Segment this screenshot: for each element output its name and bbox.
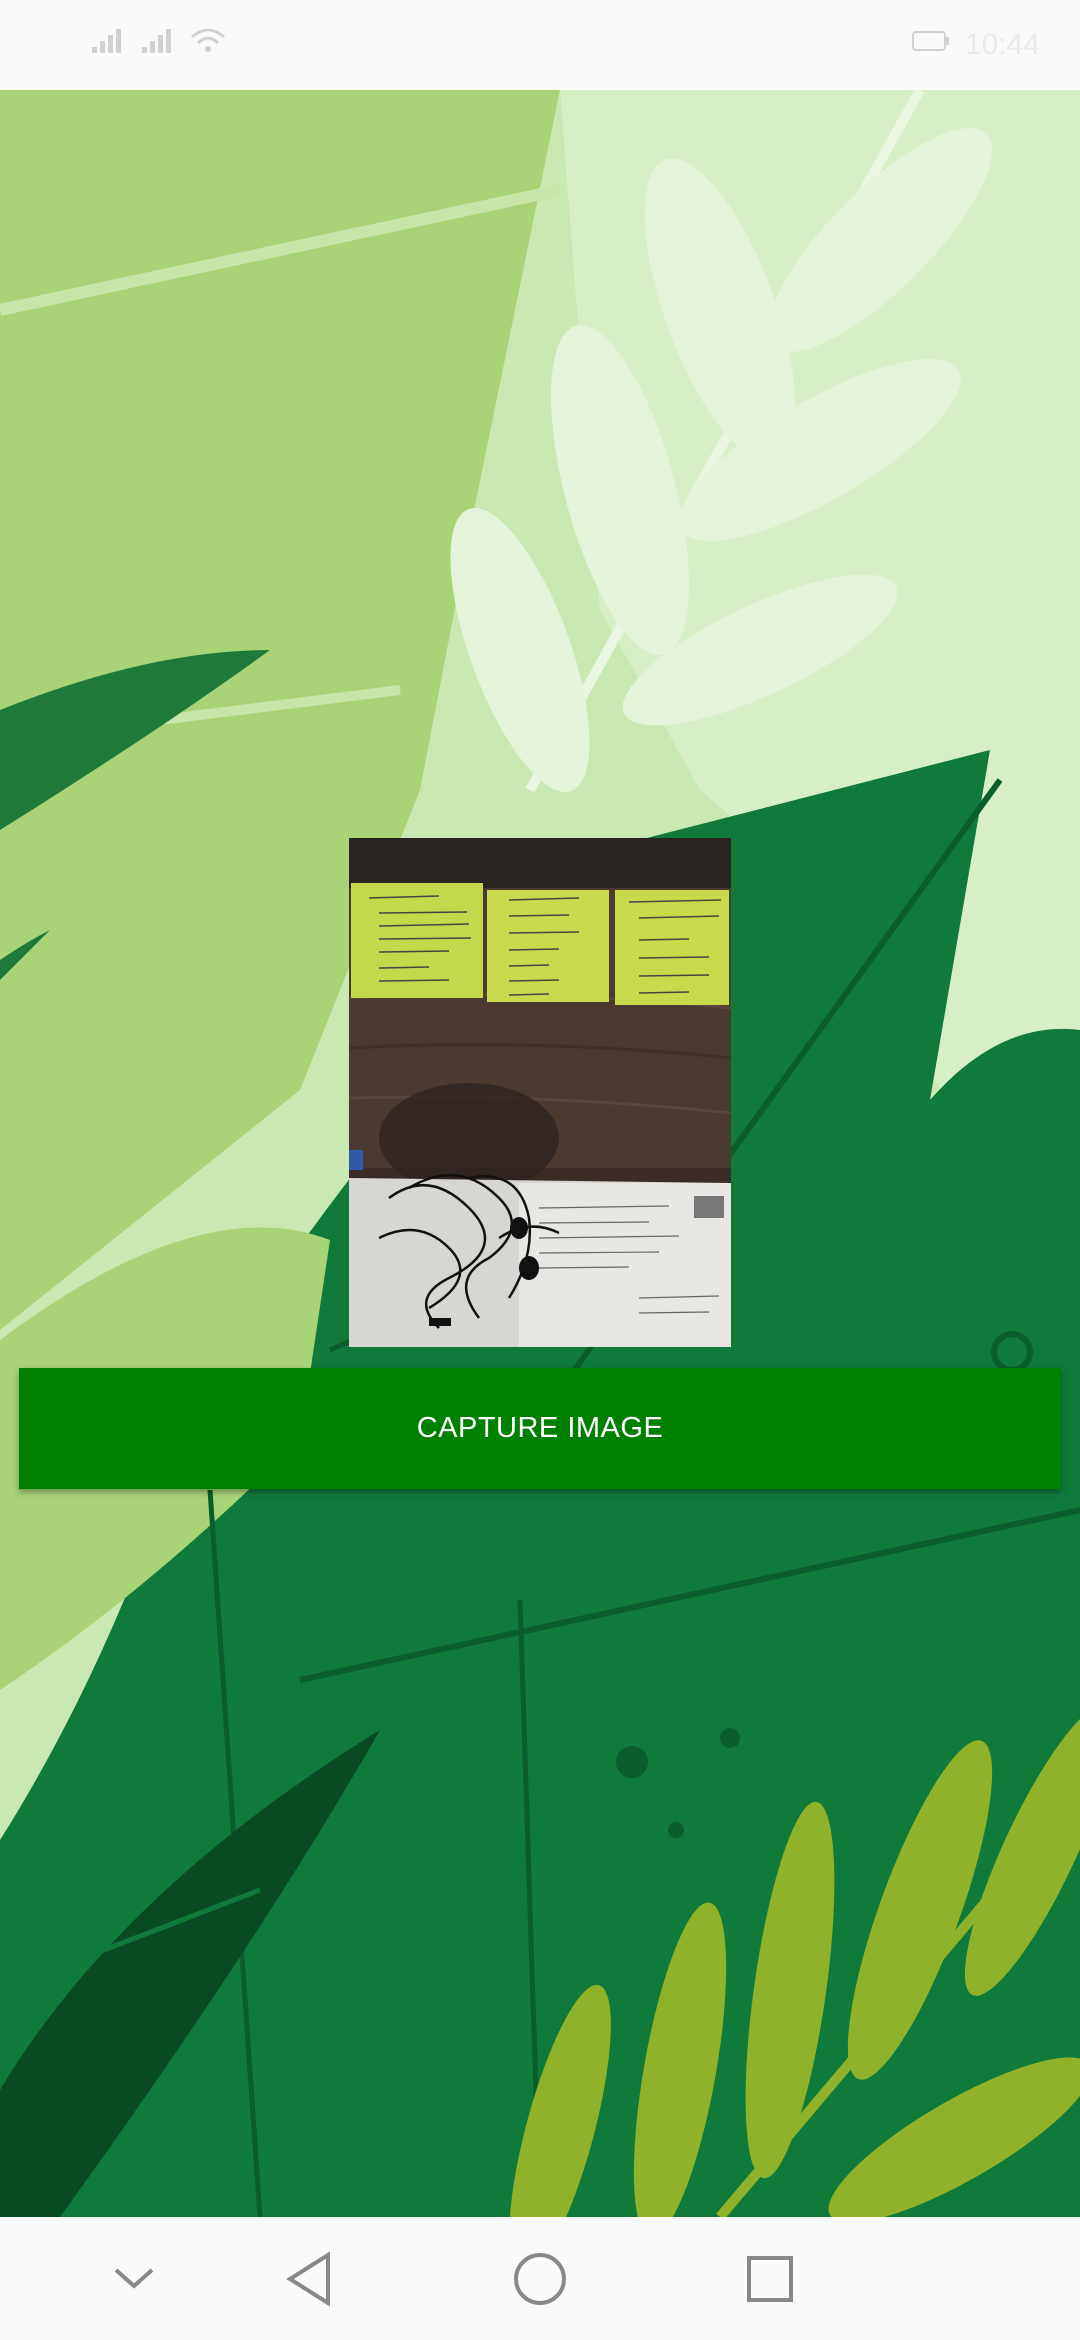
screen: 10:44 CAPTURE IMAGE xyxy=(0,0,1080,2340)
chevron-down-icon[interactable] xyxy=(102,2247,166,2311)
recents-square-icon[interactable] xyxy=(738,2247,802,2311)
captured-photo xyxy=(349,838,731,1347)
status-bar: 10:44 xyxy=(0,0,1080,90)
status-time: 10:44 xyxy=(964,28,1040,61)
status-right: 10:44 xyxy=(911,28,1040,62)
back-triangle-icon[interactable] xyxy=(277,2247,341,2311)
battery-icon xyxy=(911,28,951,62)
wifi-icon xyxy=(190,27,226,63)
home-circle-icon[interactable] xyxy=(508,2247,572,2311)
signal-icon xyxy=(140,27,176,63)
capture-image-button[interactable]: CAPTURE IMAGE xyxy=(19,1368,1061,1489)
signal-icon xyxy=(90,27,126,63)
status-left xyxy=(90,27,226,63)
navigation-bar xyxy=(0,2217,1080,2340)
